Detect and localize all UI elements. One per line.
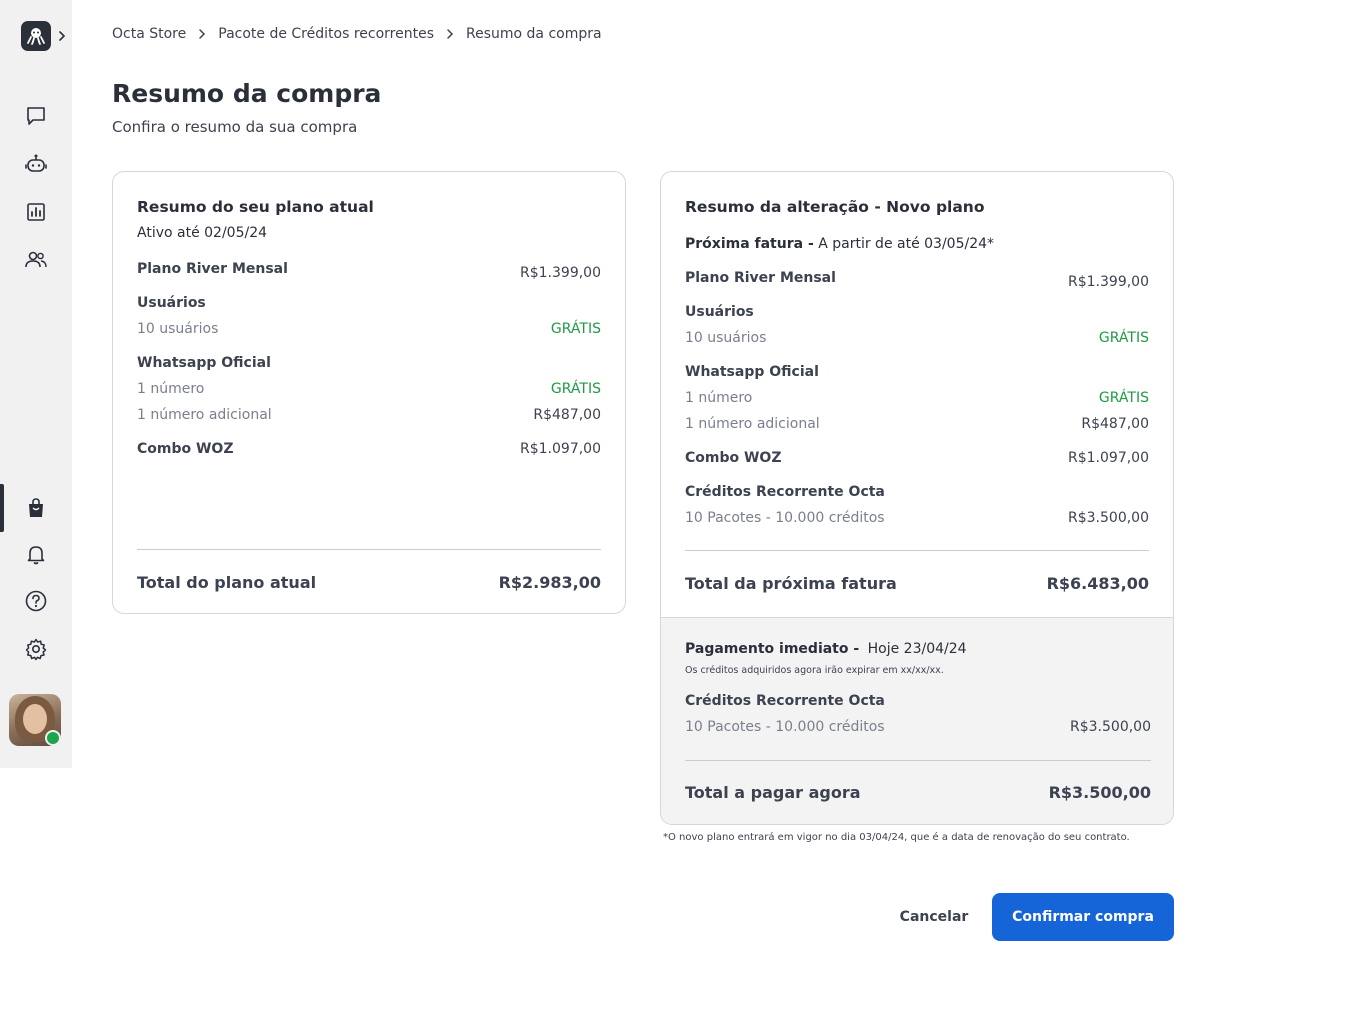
combo-label: Combo WOZ — [685, 450, 782, 466]
users-price: GRÁTIS — [1098, 330, 1149, 346]
immediate-payment-label: Pagamento imediato - — [685, 641, 860, 657]
sidebar — [0, 0, 72, 768]
whatsapp-additional: 1 número adicional — [137, 407, 272, 423]
plan-price: R$1.399,00 — [520, 265, 601, 281]
cancel-button[interactable]: Cancelar — [888, 900, 980, 934]
plan-label: Plano River Mensal — [137, 261, 288, 277]
plan-label: Plano River Mensal — [685, 270, 836, 286]
chevron-right-icon[interactable] — [57, 28, 67, 44]
credits-label: Créditos Recorrente Octa — [685, 484, 885, 500]
divider — [685, 550, 1149, 551]
page-title: Resumo da compra — [112, 79, 382, 108]
breadcrumb-credit-package[interactable]: Pacote de Créditos recorrentes — [218, 26, 434, 42]
immediate-payment-header: Pagamento imediato - Hoje 23/04/24 — [685, 641, 967, 657]
plan-price: R$1.399,00 — [1068, 274, 1149, 290]
users-detail: 10 usuários — [685, 330, 767, 346]
help-icon[interactable] — [22, 587, 50, 615]
new-plan-title: Resumo da alteração - Novo plano — [685, 198, 985, 216]
next-invoice-date: A partir de até 03/05/24* — [818, 236, 995, 252]
credits-price: R$3.500,00 — [1070, 719, 1151, 735]
shopping-bag-icon[interactable] — [22, 494, 50, 522]
next-invoice-label: Próxima fatura - — [685, 236, 814, 252]
whatsapp-additional-price: R$487,00 — [1081, 416, 1149, 432]
users-detail: 10 usuários — [137, 321, 219, 337]
whatsapp-number-price: GRÁTIS — [1098, 390, 1149, 406]
breadcrumb-octa-store[interactable]: Octa Store — [112, 26, 186, 42]
combo-price: R$1.097,00 — [1068, 450, 1149, 466]
combo-label: Combo WOZ — [137, 441, 234, 457]
users-price: GRÁTIS — [550, 321, 601, 337]
next-invoice: Próxima fatura - A partir de até 03/05/2… — [685, 236, 994, 252]
page-subtitle: Confira o resumo da sua compra — [112, 118, 358, 136]
current-plan-card: Resumo do seu plano atual Ativo até 02/0… — [112, 171, 626, 614]
confirm-purchase-button[interactable]: Confirmar compra — [992, 893, 1174, 941]
active-until: Ativo até 02/05/24 — [137, 225, 268, 241]
next-invoice-total-label: Total da próxima fatura — [685, 574, 897, 593]
gear-icon[interactable] — [22, 635, 50, 663]
users-icon[interactable] — [22, 246, 50, 274]
pay-now-total-value: R$3.500,00 — [1048, 783, 1151, 802]
credits-expiry-note: Os créditos adquiridos agora irão expira… — [685, 665, 944, 676]
credits-detail: 10 Pacotes - 10.000 créditos — [685, 719, 885, 735]
whatsapp-number-price: GRÁTIS — [550, 381, 601, 397]
whatsapp-additional-price: R$487,00 — [533, 407, 601, 423]
next-invoice-total-value: R$6.483,00 — [1046, 574, 1149, 593]
pay-now-total-label: Total a pagar agora — [685, 783, 861, 802]
bot-icon[interactable] — [22, 150, 50, 178]
active-indicator — [0, 484, 4, 532]
credits-detail: 10 Pacotes - 10.000 créditos — [685, 510, 885, 526]
users-label: Usuários — [685, 304, 754, 320]
whatsapp-label: Whatsapp Oficial — [137, 355, 271, 371]
breadcrumb: Octa Store Pacote de Créditos recorrente… — [112, 26, 602, 42]
divider — [137, 549, 601, 550]
whatsapp-number: 1 número — [137, 381, 205, 397]
current-total-label: Total do plano atual — [137, 573, 317, 592]
whatsapp-additional: 1 número adicional — [685, 416, 820, 432]
credits-price: R$3.500,00 — [1068, 510, 1149, 526]
current-plan-title: Resumo do seu plano atual — [137, 198, 374, 216]
combo-price: R$1.097,00 — [520, 441, 601, 457]
chevron-right-icon — [198, 28, 206, 40]
credits-label: Créditos Recorrente Octa — [685, 693, 885, 709]
chevron-right-icon — [446, 28, 454, 40]
whatsapp-label: Whatsapp Oficial — [685, 364, 819, 380]
chart-icon[interactable] — [22, 198, 50, 226]
octopus-logo-icon[interactable] — [21, 21, 51, 51]
bell-icon[interactable] — [22, 540, 50, 568]
current-total-value: R$2.983,00 — [498, 573, 601, 592]
users-label: Usuários — [137, 295, 206, 311]
divider — [685, 760, 1151, 761]
immediate-payment-date: Hoje 23/04/24 — [867, 641, 967, 657]
chat-icon[interactable] — [22, 102, 50, 130]
breadcrumb-current: Resumo da compra — [466, 26, 602, 42]
new-plan-card: Resumo da alteração - Novo plano Próxima… — [660, 171, 1174, 825]
whatsapp-number: 1 número — [685, 390, 753, 406]
online-status-indicator — [45, 730, 61, 746]
immediate-payment-section: Pagamento imediato - Hoje 23/04/24 Os cr… — [661, 617, 1173, 824]
footnote: *O novo plano entrará em vigor no dia 03… — [663, 832, 1130, 843]
